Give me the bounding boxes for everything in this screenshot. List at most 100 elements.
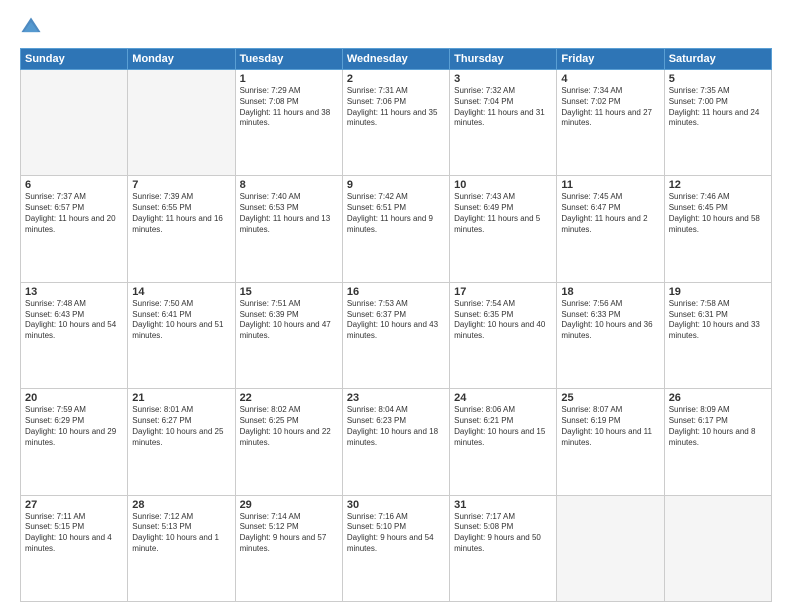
day-number: 29 bbox=[240, 499, 338, 511]
calendar-cell: 26Sunrise: 8:09 AMSunset: 6:17 PMDayligh… bbox=[664, 389, 771, 495]
day-number: 13 bbox=[25, 286, 123, 298]
day-info: Sunrise: 7:17 AMSunset: 5:08 PMDaylight:… bbox=[454, 512, 552, 555]
calendar-week-row: 20Sunrise: 7:59 AMSunset: 6:29 PMDayligh… bbox=[21, 389, 772, 495]
day-number: 23 bbox=[347, 392, 445, 404]
day-info: Sunrise: 7:48 AMSunset: 6:43 PMDaylight:… bbox=[25, 299, 123, 342]
calendar-cell bbox=[128, 70, 235, 176]
calendar-cell: 22Sunrise: 8:02 AMSunset: 6:25 PMDayligh… bbox=[235, 389, 342, 495]
day-info: Sunrise: 7:43 AMSunset: 6:49 PMDaylight:… bbox=[454, 192, 552, 235]
day-info: Sunrise: 7:59 AMSunset: 6:29 PMDaylight:… bbox=[25, 405, 123, 448]
day-number: 10 bbox=[454, 179, 552, 191]
calendar-cell: 9Sunrise: 7:42 AMSunset: 6:51 PMDaylight… bbox=[342, 176, 449, 282]
day-number: 25 bbox=[561, 392, 659, 404]
day-info: Sunrise: 7:42 AMSunset: 6:51 PMDaylight:… bbox=[347, 192, 445, 235]
day-number: 15 bbox=[240, 286, 338, 298]
calendar-cell: 6Sunrise: 7:37 AMSunset: 6:57 PMDaylight… bbox=[21, 176, 128, 282]
day-info: Sunrise: 8:07 AMSunset: 6:19 PMDaylight:… bbox=[561, 405, 659, 448]
calendar-cell: 4Sunrise: 7:34 AMSunset: 7:02 PMDaylight… bbox=[557, 70, 664, 176]
calendar-cell: 1Sunrise: 7:29 AMSunset: 7:08 PMDaylight… bbox=[235, 70, 342, 176]
day-number: 1 bbox=[240, 73, 338, 85]
day-info: Sunrise: 7:34 AMSunset: 7:02 PMDaylight:… bbox=[561, 86, 659, 129]
weekday-header: Friday bbox=[557, 49, 664, 70]
calendar-body: 1Sunrise: 7:29 AMSunset: 7:08 PMDaylight… bbox=[21, 70, 772, 602]
day-info: Sunrise: 7:45 AMSunset: 6:47 PMDaylight:… bbox=[561, 192, 659, 235]
calendar-cell: 7Sunrise: 7:39 AMSunset: 6:55 PMDaylight… bbox=[128, 176, 235, 282]
day-number: 6 bbox=[25, 179, 123, 191]
day-number: 7 bbox=[132, 179, 230, 191]
day-info: Sunrise: 7:53 AMSunset: 6:37 PMDaylight:… bbox=[347, 299, 445, 342]
logo bbox=[20, 16, 44, 40]
calendar-cell: 28Sunrise: 7:12 AMSunset: 5:13 PMDayligh… bbox=[128, 495, 235, 601]
day-info: Sunrise: 7:51 AMSunset: 6:39 PMDaylight:… bbox=[240, 299, 338, 342]
day-info: Sunrise: 7:56 AMSunset: 6:33 PMDaylight:… bbox=[561, 299, 659, 342]
calendar-header-row: SundayMondayTuesdayWednesdayThursdayFrid… bbox=[21, 49, 772, 70]
weekday-header: Thursday bbox=[450, 49, 557, 70]
weekday-header: Wednesday bbox=[342, 49, 449, 70]
day-number: 14 bbox=[132, 286, 230, 298]
day-info: Sunrise: 7:37 AMSunset: 6:57 PMDaylight:… bbox=[25, 192, 123, 235]
day-number: 22 bbox=[240, 392, 338, 404]
day-number: 16 bbox=[347, 286, 445, 298]
day-number: 12 bbox=[669, 179, 767, 191]
calendar-cell: 8Sunrise: 7:40 AMSunset: 6:53 PMDaylight… bbox=[235, 176, 342, 282]
calendar-cell: 17Sunrise: 7:54 AMSunset: 6:35 PMDayligh… bbox=[450, 282, 557, 388]
day-info: Sunrise: 7:40 AMSunset: 6:53 PMDaylight:… bbox=[240, 192, 338, 235]
calendar-cell bbox=[557, 495, 664, 601]
day-info: Sunrise: 8:01 AMSunset: 6:27 PMDaylight:… bbox=[132, 405, 230, 448]
day-number: 27 bbox=[25, 499, 123, 511]
calendar-cell: 23Sunrise: 8:04 AMSunset: 6:23 PMDayligh… bbox=[342, 389, 449, 495]
calendar-week-row: 6Sunrise: 7:37 AMSunset: 6:57 PMDaylight… bbox=[21, 176, 772, 282]
day-number: 18 bbox=[561, 286, 659, 298]
day-number: 11 bbox=[561, 179, 659, 191]
day-number: 5 bbox=[669, 73, 767, 85]
day-info: Sunrise: 7:14 AMSunset: 5:12 PMDaylight:… bbox=[240, 512, 338, 555]
calendar-cell: 24Sunrise: 8:06 AMSunset: 6:21 PMDayligh… bbox=[450, 389, 557, 495]
calendar-cell: 15Sunrise: 7:51 AMSunset: 6:39 PMDayligh… bbox=[235, 282, 342, 388]
day-info: Sunrise: 7:39 AMSunset: 6:55 PMDaylight:… bbox=[132, 192, 230, 235]
weekday-header: Sunday bbox=[21, 49, 128, 70]
day-number: 26 bbox=[669, 392, 767, 404]
calendar-cell: 13Sunrise: 7:48 AMSunset: 6:43 PMDayligh… bbox=[21, 282, 128, 388]
day-info: Sunrise: 7:54 AMSunset: 6:35 PMDaylight:… bbox=[454, 299, 552, 342]
calendar-cell: 25Sunrise: 8:07 AMSunset: 6:19 PMDayligh… bbox=[557, 389, 664, 495]
day-number: 3 bbox=[454, 73, 552, 85]
calendar-table: SundayMondayTuesdayWednesdayThursdayFrid… bbox=[20, 48, 772, 602]
calendar-cell: 27Sunrise: 7:11 AMSunset: 5:15 PMDayligh… bbox=[21, 495, 128, 601]
calendar-cell: 2Sunrise: 7:31 AMSunset: 7:06 PMDaylight… bbox=[342, 70, 449, 176]
calendar-cell: 29Sunrise: 7:14 AMSunset: 5:12 PMDayligh… bbox=[235, 495, 342, 601]
weekday-header: Tuesday bbox=[235, 49, 342, 70]
calendar-cell: 5Sunrise: 7:35 AMSunset: 7:00 PMDaylight… bbox=[664, 70, 771, 176]
calendar-cell: 3Sunrise: 7:32 AMSunset: 7:04 PMDaylight… bbox=[450, 70, 557, 176]
calendar-cell: 30Sunrise: 7:16 AMSunset: 5:10 PMDayligh… bbox=[342, 495, 449, 601]
day-number: 30 bbox=[347, 499, 445, 511]
day-info: Sunrise: 7:35 AMSunset: 7:00 PMDaylight:… bbox=[669, 86, 767, 129]
day-number: 4 bbox=[561, 73, 659, 85]
calendar-cell: 10Sunrise: 7:43 AMSunset: 6:49 PMDayligh… bbox=[450, 176, 557, 282]
calendar-cell: 31Sunrise: 7:17 AMSunset: 5:08 PMDayligh… bbox=[450, 495, 557, 601]
calendar-cell: 12Sunrise: 7:46 AMSunset: 6:45 PMDayligh… bbox=[664, 176, 771, 282]
calendar-week-row: 13Sunrise: 7:48 AMSunset: 6:43 PMDayligh… bbox=[21, 282, 772, 388]
calendar-week-row: 27Sunrise: 7:11 AMSunset: 5:15 PMDayligh… bbox=[21, 495, 772, 601]
day-number: 31 bbox=[454, 499, 552, 511]
day-number: 17 bbox=[454, 286, 552, 298]
day-info: Sunrise: 7:58 AMSunset: 6:31 PMDaylight:… bbox=[669, 299, 767, 342]
day-info: Sunrise: 8:09 AMSunset: 6:17 PMDaylight:… bbox=[669, 405, 767, 448]
header bbox=[20, 16, 772, 40]
day-info: Sunrise: 7:32 AMSunset: 7:04 PMDaylight:… bbox=[454, 86, 552, 129]
day-number: 8 bbox=[240, 179, 338, 191]
calendar-cell: 20Sunrise: 7:59 AMSunset: 6:29 PMDayligh… bbox=[21, 389, 128, 495]
calendar-cell: 19Sunrise: 7:58 AMSunset: 6:31 PMDayligh… bbox=[664, 282, 771, 388]
day-info: Sunrise: 7:12 AMSunset: 5:13 PMDaylight:… bbox=[132, 512, 230, 555]
calendar-week-row: 1Sunrise: 7:29 AMSunset: 7:08 PMDaylight… bbox=[21, 70, 772, 176]
day-number: 24 bbox=[454, 392, 552, 404]
day-info: Sunrise: 7:31 AMSunset: 7:06 PMDaylight:… bbox=[347, 86, 445, 129]
calendar-cell: 14Sunrise: 7:50 AMSunset: 6:41 PMDayligh… bbox=[128, 282, 235, 388]
logo-icon bbox=[20, 16, 42, 38]
calendar-cell bbox=[664, 495, 771, 601]
weekday-header: Saturday bbox=[664, 49, 771, 70]
day-number: 9 bbox=[347, 179, 445, 191]
day-info: Sunrise: 7:46 AMSunset: 6:45 PMDaylight:… bbox=[669, 192, 767, 235]
calendar-cell: 18Sunrise: 7:56 AMSunset: 6:33 PMDayligh… bbox=[557, 282, 664, 388]
weekday-header: Monday bbox=[128, 49, 235, 70]
day-number: 20 bbox=[25, 392, 123, 404]
